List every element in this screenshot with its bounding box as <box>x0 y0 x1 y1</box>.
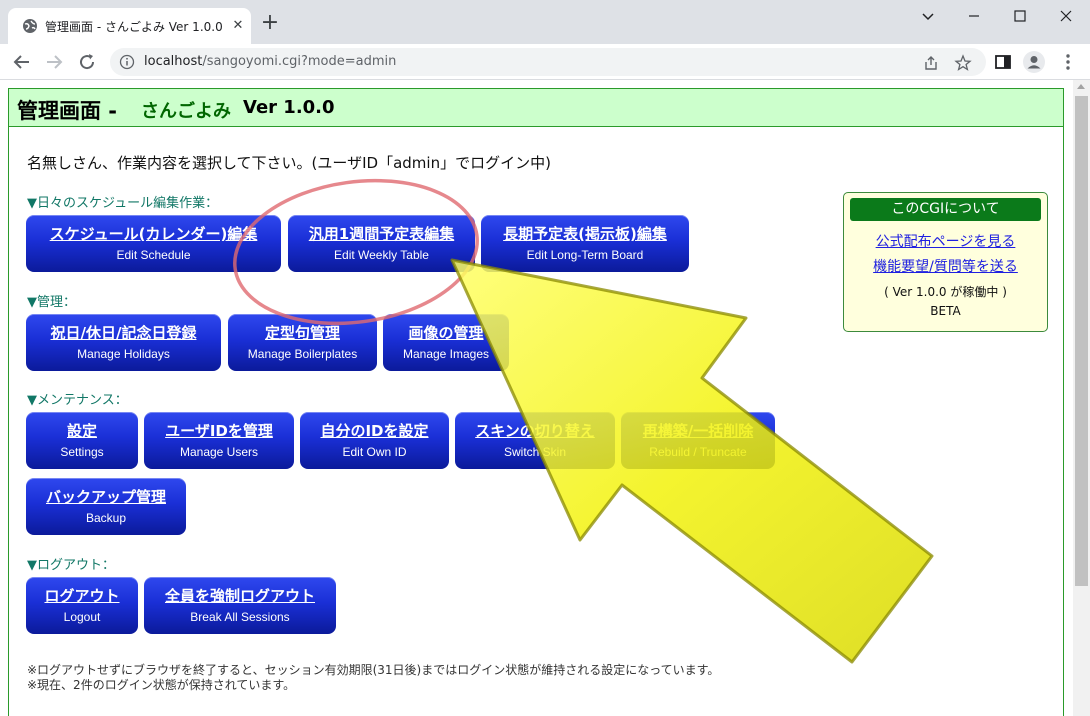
share-icon[interactable] <box>922 54 940 72</box>
url-text[interactable]: localhost/sangoyomi.cgi?mode=admin <box>144 54 396 69</box>
bookmark-star-icon[interactable] <box>954 54 972 72</box>
close-tab-icon[interactable]: ✕ <box>230 18 246 34</box>
beta-label: BETA <box>930 304 961 318</box>
tab-title: 管理画面 - さんごよみ Ver 1.0.0 <box>45 20 223 34</box>
globe-icon <box>23 19 37 33</box>
manage-images-button[interactable]: 画像の管理 Manage Images <box>383 314 509 371</box>
reload-icon[interactable] <box>75 50 99 74</box>
manage-holidays-button[interactable]: 祝日/休日/記念日登録 Manage Holidays <box>26 314 221 371</box>
running-version: ( Ver 1.0.0 が稼働中 ) <box>884 285 1007 299</box>
switch-skin-button[interactable]: スキンの切り替え Switch Skin <box>455 412 615 469</box>
settings-button[interactable]: 設定 Settings <box>26 412 138 469</box>
manage-users-button[interactable]: ユーザIDを管理 Manage Users <box>144 412 294 469</box>
vertical-scrollbar[interactable] <box>1073 80 1090 716</box>
edit-own-id-button[interactable]: 自分のIDを設定 Edit Own ID <box>300 412 449 469</box>
side-panel-icon[interactable] <box>991 50 1015 74</box>
page-title: 管理画面 - <box>17 99 118 123</box>
menu-dots-icon[interactable] <box>1056 50 1080 74</box>
section-schedule-label: ▼日々のスケジュール編集作業： <box>27 196 219 211</box>
scroll-thumb[interactable] <box>1075 96 1088 586</box>
address-bar[interactable]: localhost/sangoyomi.cgi?mode=admin <box>110 48 986 76</box>
browser-tab[interactable]: 管理画面 - さんごよみ Ver 1.0.0 ✕ <box>8 8 251 44</box>
edit-long-term-board-button[interactable]: 長期予定表(掲示板)編集 Edit Long-Term Board <box>481 215 689 272</box>
scroll-up-arrow-icon[interactable] <box>1077 84 1085 89</box>
about-cgi-box: このCGIについて 公式配布ページを見る 機能要望/質問等を送る ( Ver 1… <box>843 192 1048 332</box>
logout-button[interactable]: ログアウト Logout <box>26 577 138 634</box>
feedback-link[interactable]: 機能要望/質問等を送る <box>844 256 1047 276</box>
back-arrow-icon[interactable] <box>10 50 34 74</box>
backup-button[interactable]: バックアップ管理 Backup <box>26 478 186 535</box>
section-admin-label: ▼管理： <box>27 295 76 310</box>
close-window-icon[interactable] <box>1054 4 1078 28</box>
official-page-link[interactable]: 公式配布ページを見る <box>844 231 1047 251</box>
browser-toolbar: localhost/sangoyomi.cgi?mode=admin <box>0 44 1090 80</box>
page-header: 管理画面 - さんごよみ Ver 1.0.0 <box>9 89 1063 127</box>
new-tab-icon[interactable]: + <box>258 12 282 36</box>
app-version: Ver 1.0.0 <box>243 97 335 118</box>
admin-panel: 管理画面 - さんごよみ Ver 1.0.0 名無しさん、作業内容を選択して下さ… <box>8 88 1064 716</box>
break-all-sessions-button[interactable]: 全員を強制ログアウト Break All Sessions <box>144 577 336 634</box>
edit-schedule-button[interactable]: スケジュール(カレンダー)編集 Edit Schedule <box>26 215 281 272</box>
forward-arrow-icon[interactable] <box>42 50 66 74</box>
rebuild-truncate-button[interactable]: 再構築/一括削除 Rebuild / Truncate <box>621 412 775 469</box>
about-title: このCGIについて <box>850 198 1041 221</box>
manage-boilerplates-button[interactable]: 定型句管理 Manage Boilerplates <box>228 314 377 371</box>
section-maintenance-label: ▼メンテナンス： <box>27 393 128 408</box>
info-icon[interactable] <box>119 54 135 70</box>
browser-tab-bar: 管理画面 - さんごよみ Ver 1.0.0 ✕ + <box>0 0 1090 44</box>
minimize-icon[interactable] <box>962 4 986 28</box>
chevron-down-icon[interactable] <box>916 4 940 28</box>
app-name: さんごよみ <box>141 101 231 122</box>
welcome-message: 名無しさん、作業内容を選択して下さい。(ユーザID「admin」でログイン中) <box>27 154 551 172</box>
edit-weekly-table-button[interactable]: 汎用1週間予定表編集 Edit Weekly Table <box>288 215 475 272</box>
maximize-icon[interactable] <box>1008 4 1032 28</box>
section-logout-label: ▼ログアウト： <box>27 558 115 573</box>
page-viewport: 管理画面 - さんごよみ Ver 1.0.0 名無しさん、作業内容を選択して下さ… <box>0 80 1090 716</box>
profile-avatar-icon[interactable] <box>1022 50 1046 74</box>
login-count-footnote: ※現在、2件のログイン状態が保持されています。 <box>27 678 296 692</box>
